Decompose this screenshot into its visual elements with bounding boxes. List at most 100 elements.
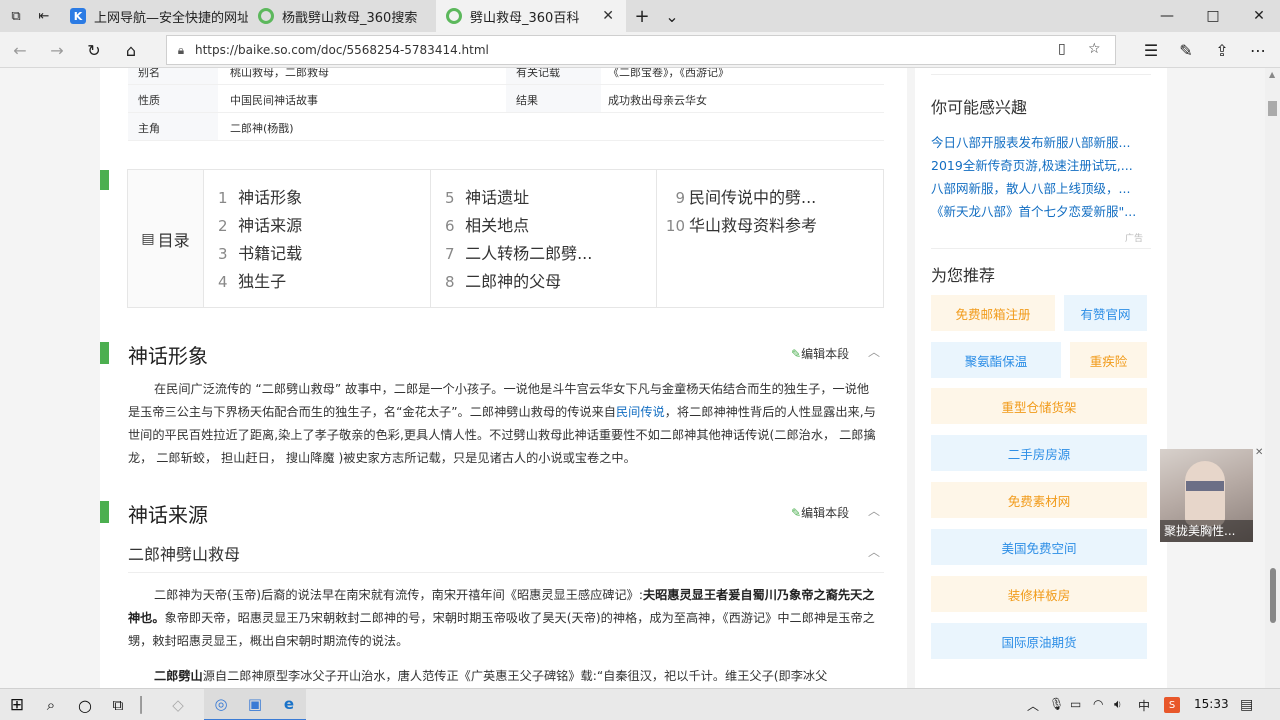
close-tab-icon[interactable]: ✕	[602, 8, 614, 24]
cortana-circle-icon[interactable]: ○	[68, 689, 102, 720]
paragraph-text: 二郎神为天帝(玉帝)后裔的说法早在南宋就有流传，南宋开禧年间《昭惠灵显王感应碑记…	[154, 588, 643, 602]
recommend-tag[interactable]: 免费素材网	[931, 482, 1147, 518]
toc-item[interactable]: 9 民间传说中的劈...	[663, 184, 883, 212]
list-icon: ▤	[141, 230, 155, 247]
more-menu-icon[interactable]: ⋯	[1246, 38, 1270, 62]
media-app-icon[interactable]: ▣	[238, 689, 272, 720]
collapse-caret-icon[interactable]: ︿	[868, 502, 880, 519]
close-window-button[interactable]: ✕	[1236, 0, 1280, 32]
ad-link[interactable]: 今日八部开服表发布新服八部新服...	[931, 132, 1143, 151]
vertical-scrollbar[interactable]: ▲	[1265, 68, 1280, 688]
microphone-icon[interactable]: 🎙︎	[1049, 697, 1064, 711]
bold-text: 二郎劈山	[154, 669, 203, 683]
toc-num: 1	[218, 189, 228, 207]
toc-label: 神话来源	[238, 216, 303, 235]
address-bar[interactable]: 🔒︎ https://baike.so.com/doc/5568254-5783…	[166, 35, 1116, 65]
task-view-icon[interactable]: ⧉	[102, 689, 134, 720]
input-method-indicator[interactable]: 中	[1138, 697, 1150, 714]
toc-title: ▤ 目录	[128, 170, 204, 307]
app-icon[interactable]: ◇	[160, 689, 196, 720]
tab-search[interactable]: 杨戬劈山救母_360搜索	[248, 0, 436, 32]
tab-baike[interactable]: 劈山救母_360百科 ✕	[436, 0, 626, 32]
edit-section-button[interactable]: ✎编辑本段	[791, 504, 849, 521]
windows-start-icon[interactable]: ⊞	[0, 689, 34, 720]
share-icon[interactable]: ⇪	[1210, 38, 1234, 62]
toc-label: 二郎神的父母	[465, 272, 562, 291]
show-hidden-icons-chevron-icon[interactable]: ︿	[1027, 697, 1039, 714]
action-center-icon[interactable]: ▤	[1240, 697, 1253, 713]
info-key: 结果	[506, 85, 601, 112]
toc-item[interactable]: 5 神话遗址	[445, 184, 656, 212]
inline-link[interactable]: 民间传说	[616, 405, 665, 419]
scroll-up-arrow-icon[interactable]: ▲	[1269, 70, 1275, 79]
ad-figure-band	[1186, 481, 1224, 491]
favorites-hub-icon[interactable]: ☰	[1139, 38, 1163, 62]
paragraph: 二郎劈山源自二郎神原型李冰父子开山治水，唐人范传正《广英惠王父子碑铭》载:“自秦…	[128, 665, 878, 688]
toc-label: 相关地点	[465, 216, 530, 235]
toc-item[interactable]: 2 神话来源	[218, 212, 302, 240]
recommend-title: 为您推荐	[931, 266, 996, 285]
browser-app-icon[interactable]: ◎	[204, 689, 238, 720]
toc-item[interactable]: 1 神话形象	[218, 184, 302, 212]
recommend-tag[interactable]: 国际原油期货	[931, 623, 1147, 659]
set-aside-tabs-icon[interactable]: ⇤	[34, 6, 54, 26]
search-icon[interactable]: ⌕	[34, 689, 68, 720]
toc-item[interactable]: 3 书籍记载	[218, 240, 302, 268]
close-ad-icon[interactable]: ✕	[1255, 447, 1263, 458]
toc-label: 神话形象	[238, 188, 303, 207]
recommend-tag[interactable]: 免费邮箱注册	[931, 295, 1055, 331]
toc-num: 10	[665, 217, 685, 235]
tab-manager-icon[interactable]: ⧉	[6, 6, 26, 26]
clock-time[interactable]: 15:33	[1194, 697, 1229, 711]
toc-label: 神话遗址	[465, 188, 530, 207]
battery-icon[interactable]: ▭	[1070, 697, 1081, 711]
tab-title: 上网导航—安全快捷的网址	[94, 10, 248, 26]
wifi-icon[interactable]: ◠	[1093, 697, 1103, 711]
new-tab-button[interactable]: +	[632, 6, 652, 27]
paragraph: 二郎神为天帝(玉帝)后裔的说法早在南宋就有流传，南宋开禧年间《昭惠灵显王感应碑记…	[128, 584, 878, 653]
recommend-tag[interactable]: 二手房房源	[931, 435, 1147, 471]
tray-app-badge-icon[interactable]: S	[1164, 697, 1180, 713]
recommend-tag[interactable]: 装修样板房	[931, 576, 1147, 612]
page-scroll-handle[interactable]	[1270, 568, 1276, 623]
edge-browser-icon[interactable]: e	[272, 689, 306, 720]
toc-item[interactable]: 7 二人转杨二郎劈...	[445, 240, 656, 268]
ad-link[interactable]: 2019全新传奇页游,极速注册试玩,...	[931, 155, 1143, 174]
recommend-tag[interactable]: 有赞官网	[1064, 295, 1147, 331]
lock-icon: 🔒︎	[177, 42, 185, 57]
favorite-star-icon[interactable]: ☆	[1088, 41, 1101, 57]
info-key: 有关记载	[506, 68, 601, 84]
forward-arrow-icon[interactable]: →	[45, 38, 69, 62]
interest-title: 你可能感兴趣	[931, 98, 1028, 117]
recommend-tag[interactable]: 美国免费空间	[931, 529, 1147, 565]
info-value: 桃山救母，二郎救母	[230, 68, 329, 79]
recommend-tag[interactable]: 聚氨酯保温	[931, 342, 1061, 378]
maximize-button[interactable]: □	[1190, 0, 1236, 32]
scroll-thumb[interactable]	[1268, 101, 1277, 116]
reading-view-icon[interactable]: ▯	[1058, 41, 1066, 57]
tab-list-chevron-icon[interactable]: ⌄	[662, 6, 682, 26]
edit-section-button[interactable]: ✎编辑本段	[791, 345, 849, 362]
ad-link[interactable]: 《新天龙八部》首个七夕恋爱新服"...	[931, 201, 1143, 220]
toc-item[interactable]: 4 独生子	[218, 268, 302, 296]
ad-link[interactable]: 八部网新服，散人八部上线顶级，...	[931, 178, 1143, 197]
tab-navigation[interactable]: K 上网导航—安全快捷的网址	[60, 0, 248, 32]
url-text[interactable]: https://baike.so.com/doc/5568254-5783414…	[195, 43, 489, 57]
toc-item[interactable]: 6 相关地点	[445, 212, 656, 240]
collapse-caret-icon[interactable]: ︿	[868, 543, 880, 560]
collapse-caret-icon[interactable]: ︿	[868, 343, 880, 360]
taskbar-divider-icon: │	[136, 696, 146, 714]
recommend-tag[interactable]: 重疾险	[1070, 342, 1147, 378]
recommend-tag[interactable]: 重型仓储货架	[931, 388, 1147, 424]
toc-item[interactable]: 8 二郎神的父母	[445, 268, 656, 296]
minimize-button[interactable]: —	[1144, 0, 1190, 32]
back-arrow-icon[interactable]: ←	[8, 38, 32, 62]
volume-icon[interactable]: 🔉︎	[1114, 697, 1122, 712]
web-note-pen-icon[interactable]: ✎	[1174, 38, 1198, 62]
toc-item[interactable]: 10 华山救母资料参考	[663, 212, 883, 240]
info-value: 成功救出母亲云华女	[608, 94, 707, 107]
info-key: 别名	[128, 68, 218, 84]
home-icon[interactable]: ⌂	[119, 38, 143, 62]
floating-ad[interactable]: 聚拢美胸性...	[1160, 449, 1253, 542]
refresh-icon[interactable]: ↻	[82, 38, 106, 62]
